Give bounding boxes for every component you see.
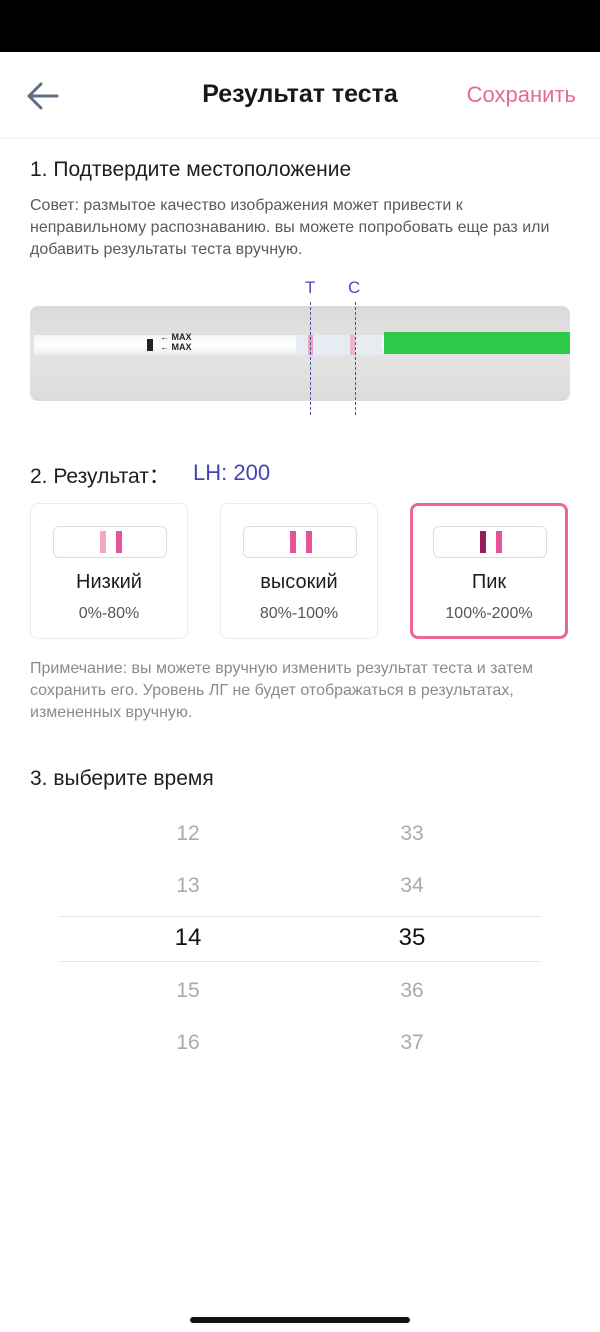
mini-control-line xyxy=(306,531,312,553)
t-marker-line[interactable] xyxy=(310,302,311,415)
status-bar xyxy=(0,0,600,52)
result-option-label: Пик xyxy=(471,571,507,593)
navigation-bar: Результат теста Сохранить xyxy=(0,52,600,139)
result-option-low[interactable]: Низкий 0%-80% xyxy=(30,503,188,639)
location-hint: Совет: размытое качество изображения мож… xyxy=(30,197,550,258)
home-indicator xyxy=(190,1317,410,1323)
mini-control-line xyxy=(496,531,502,553)
result-option-label: Низкий xyxy=(76,571,142,593)
mini-test-line xyxy=(100,531,106,553)
section-title-result: 2. Результат： xyxy=(30,465,170,488)
mini-test-line xyxy=(480,531,486,553)
strip-max-label: ← MAX ← MAX xyxy=(160,332,192,352)
hour-option[interactable]: 15 xyxy=(68,965,308,1017)
mini-test-line xyxy=(290,531,296,553)
minute-option[interactable]: 34 xyxy=(292,860,532,912)
c-marker-line[interactable] xyxy=(355,302,356,415)
minute-column[interactable]: 33 34 35 36 37 xyxy=(292,808,532,1070)
test-strip-area: ← MAX ← MAX T C xyxy=(30,278,570,418)
hour-option[interactable]: 13 xyxy=(68,860,308,912)
section-title-location: 1. Подтвердите местоположение xyxy=(30,158,352,181)
minute-option[interactable]: 37 xyxy=(292,1017,532,1069)
mini-control-line xyxy=(116,531,122,553)
minute-option[interactable]: 36 xyxy=(292,965,532,1017)
minute-option[interactable]: 33 xyxy=(292,808,532,860)
save-button[interactable]: Сохранить xyxy=(467,82,576,108)
hour-option-selected[interactable]: 14 xyxy=(68,912,308,964)
hour-option[interactable]: 12 xyxy=(68,808,308,860)
result-option-range: 0%-80% xyxy=(78,605,140,622)
result-option-label: высокий xyxy=(260,571,338,593)
hour-option[interactable]: 16 xyxy=(68,1017,308,1069)
strip-handle xyxy=(384,332,570,354)
c-marker-label: C xyxy=(348,278,361,297)
result-option-high[interactable]: высокий 80%-100% xyxy=(220,503,378,639)
mini-strip-peak xyxy=(433,526,547,558)
result-option-range: 100%-200% xyxy=(445,605,533,622)
t-marker-label: T xyxy=(305,278,316,297)
test-result-screen: Результат теста Сохранить 1. Подтвердите… xyxy=(0,0,600,1332)
time-picker[interactable]: 12 13 14 15 16 33 34 35 36 37 xyxy=(60,808,540,1070)
result-option-peak[interactable]: Пик 100%-200% xyxy=(410,503,568,639)
mini-strip-low xyxy=(53,526,167,558)
mini-strip-high xyxy=(243,526,357,558)
result-option-range: 80%-100% xyxy=(259,605,339,622)
manual-edit-note: Примечание: вы можете вручную изменить р… xyxy=(30,660,534,721)
hour-column[interactable]: 12 13 14 15 16 xyxy=(68,808,308,1070)
section-title-time: 3. выберите время xyxy=(30,767,214,790)
lh-value: LH: 200 xyxy=(193,460,271,485)
strip-marker-box xyxy=(147,339,153,351)
minute-option-selected[interactable]: 35 xyxy=(292,912,532,964)
test-strip-photo: ← MAX ← MAX xyxy=(30,306,570,401)
